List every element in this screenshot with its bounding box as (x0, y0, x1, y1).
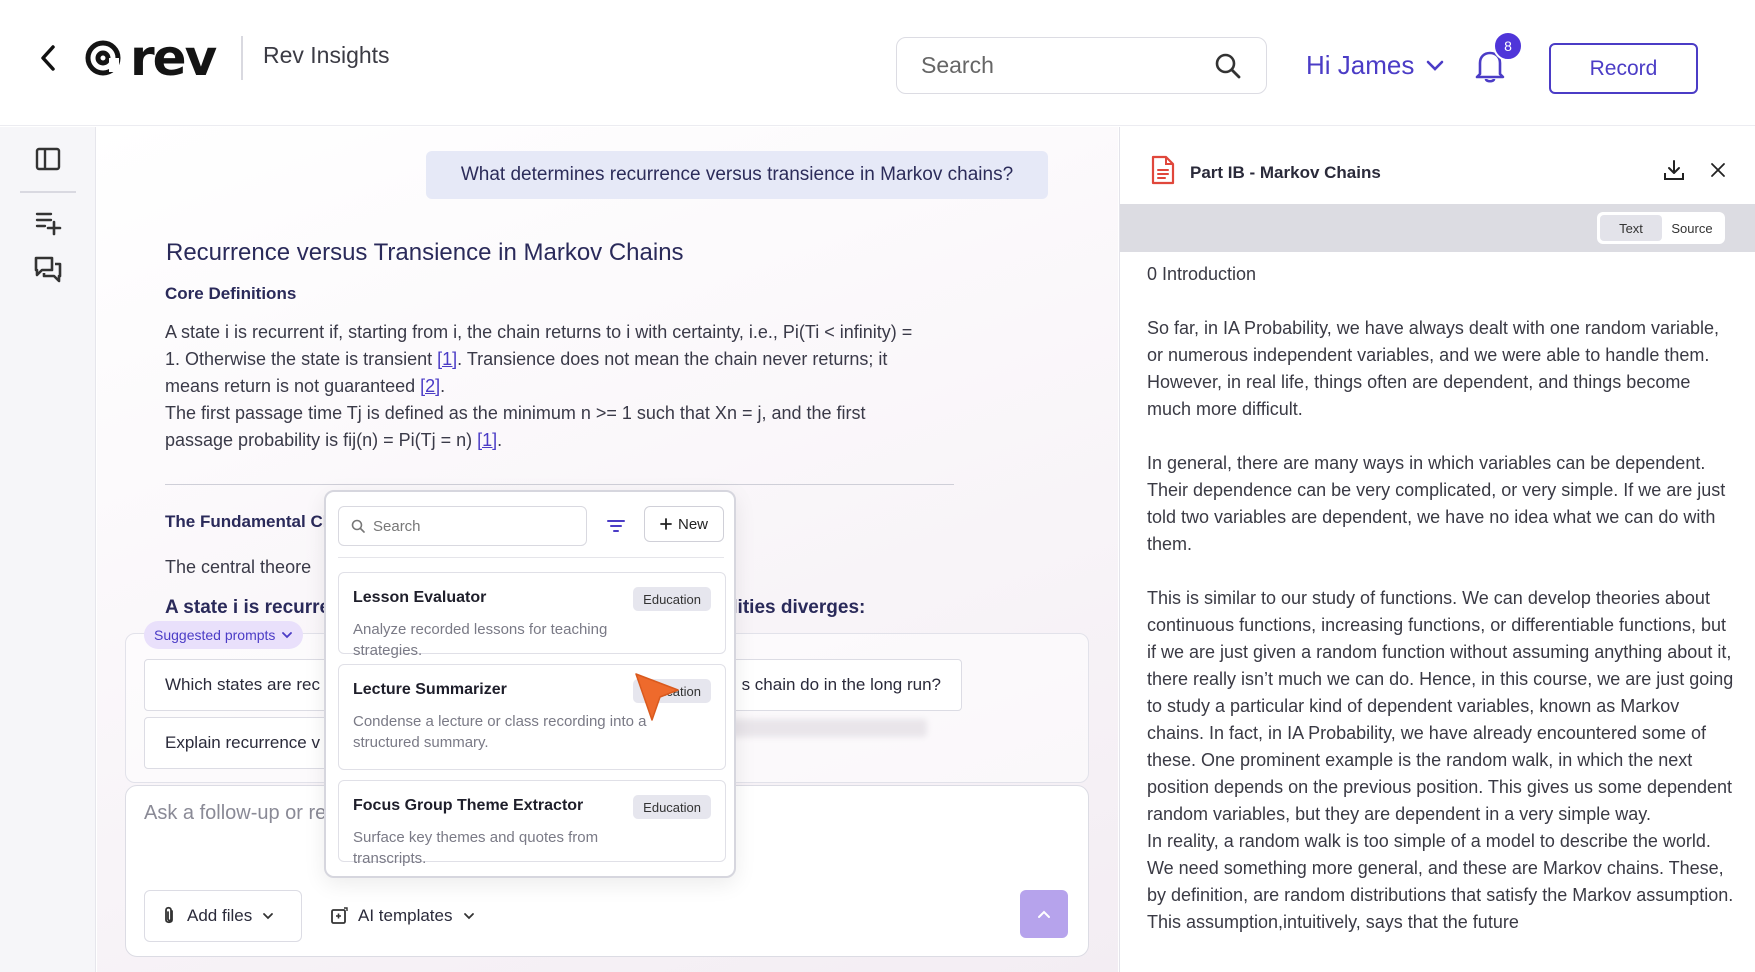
new-template-button[interactable]: New (644, 506, 724, 542)
document-panel: Part IB - Markov Chains Text Source 0 In… (1119, 127, 1755, 972)
record-button[interactable]: Record (1549, 43, 1698, 94)
back-icon[interactable] (34, 40, 62, 76)
ai-templates-popover: Search New Lesson Evaluator Education An… (324, 490, 736, 878)
template-tag: Education (633, 587, 711, 611)
section-divider (165, 484, 954, 485)
chevron-down-icon (463, 913, 474, 920)
search-icon (351, 519, 365, 533)
search-input[interactable]: Search (921, 52, 1214, 79)
template-tag: Education (633, 679, 711, 703)
notification-badge: 8 (1493, 31, 1523, 61)
document-text: 0 Introduction So far, in IA Probability… (1147, 261, 1737, 936)
para2-text-b: . (497, 430, 503, 450)
rev-at-icon (85, 40, 121, 76)
new-template-label: New (677, 515, 708, 533)
answer-title: Recurrence versus Transience in Markov C… (166, 239, 684, 266)
left-rail (0, 127, 96, 972)
citation-link[interactable]: [1] (437, 349, 457, 369)
template-description: Condense a lecture or class recording in… (353, 713, 647, 751)
ai-templates-label: AI templates (358, 906, 453, 925)
user-menu[interactable]: Hi James (1306, 50, 1444, 81)
template-icon (331, 907, 348, 924)
doc-paragraph: In general, there are many ways in which… (1147, 453, 1726, 554)
suggested-prompts-toggle[interactable]: Suggested prompts (144, 621, 304, 649)
template-search-input[interactable]: Search (373, 518, 421, 535)
ai-templates-button[interactable]: AI templates (326, 890, 479, 942)
document-header: Part IB - Markov Chains (1120, 127, 1755, 204)
chevron-down-icon (1427, 60, 1444, 71)
citation-link[interactable]: [2] (420, 376, 440, 396)
download-icon[interactable] (1661, 157, 1687, 183)
pdf-file-icon (1151, 155, 1175, 185)
logo-divider (241, 36, 243, 80)
popover-divider (338, 557, 724, 558)
answer-paragraph: A state i is recurrent if, starting from… (165, 319, 925, 454)
follow-up-input[interactable]: Ask a follow-up or re (144, 802, 326, 825)
user-greeting: Hi James (1306, 50, 1415, 80)
arrow-up-icon (1038, 910, 1050, 918)
new-note-icon[interactable] (32, 207, 64, 239)
text-view-tab[interactable]: Text (1600, 215, 1662, 241)
top-header: rev Rev Insights Search Hi James 8 Recor… (0, 0, 1755, 126)
doc-paragraph: This is similar to our study of function… (1147, 588, 1734, 824)
template-tag: Education (633, 795, 711, 819)
template-description: Surface key themes and quotes from trans… (353, 829, 599, 867)
global-search[interactable]: Search (896, 37, 1267, 94)
user-question: What determines recurrence versus transi… (426, 151, 1048, 199)
filter-icon[interactable] (604, 514, 628, 538)
blurred-chip-text (727, 719, 927, 737)
doc-paragraph: In reality, a random walk is too simple … (1147, 831, 1734, 932)
close-icon[interactable] (1707, 159, 1729, 181)
search-icon[interactable] (1214, 52, 1242, 80)
chevron-down-icon (282, 632, 293, 639)
template-card[interactable]: Lesson Evaluator Education Analyze recor… (338, 572, 726, 659)
para1-text-c: . (440, 376, 446, 396)
template-description: Analyze recorded lessons for teaching st… (353, 621, 608, 659)
section-heading: 0 Introduction (1147, 264, 1257, 284)
template-name: Lesson Evaluator (353, 589, 487, 606)
doc-paragraph: So far, in IA Probability, we have alway… (1147, 318, 1719, 419)
central-theorem-text: The central theore (165, 557, 312, 577)
document-title: Part IB - Markov Chains (1190, 163, 1381, 182)
chats-icon[interactable] (32, 253, 64, 285)
sidebar-toggle-icon[interactable] (32, 143, 64, 175)
template-card[interactable]: Focus Group Theme Extractor Education Su… (338, 780, 726, 867)
brand-name: rev (130, 29, 217, 87)
add-files-label: Add files (187, 906, 253, 925)
document-toolbar: Text Source (1120, 204, 1755, 252)
source-view-tab[interactable]: Source (1666, 215, 1718, 241)
citation-link[interactable]: [1] (477, 430, 497, 450)
recurrence-criterion-text-end: ilities diverges: (727, 597, 866, 618)
send-button[interactable] (1020, 890, 1068, 938)
template-card[interactable]: Lecture Summarizer Education Condense a … (338, 664, 726, 770)
paperclip-icon (165, 906, 173, 924)
fundamental-heading: The Fundamental Cl (165, 512, 328, 531)
rev-logo[interactable]: rev (84, 29, 217, 87)
suggested-prompts-label: Suggested prompts (154, 627, 276, 643)
template-name: Lecture Summarizer (353, 681, 507, 698)
view-toggle: Text Source (1597, 212, 1725, 244)
core-definitions-heading: Core Definitions (165, 284, 297, 303)
recurrence-criterion-text: A state i is recurre (165, 597, 331, 618)
add-files-button[interactable]: Add files (144, 890, 302, 942)
rail-divider (20, 191, 76, 193)
template-name: Focus Group Theme Extractor (353, 797, 584, 814)
chevron-down-icon (263, 913, 274, 920)
app-title: Rev Insights (263, 42, 390, 68)
template-search-field[interactable]: Search (338, 506, 587, 546)
para2-text-a: The first passage time Tj is defined as … (165, 403, 866, 450)
plus-icon (660, 518, 672, 530)
